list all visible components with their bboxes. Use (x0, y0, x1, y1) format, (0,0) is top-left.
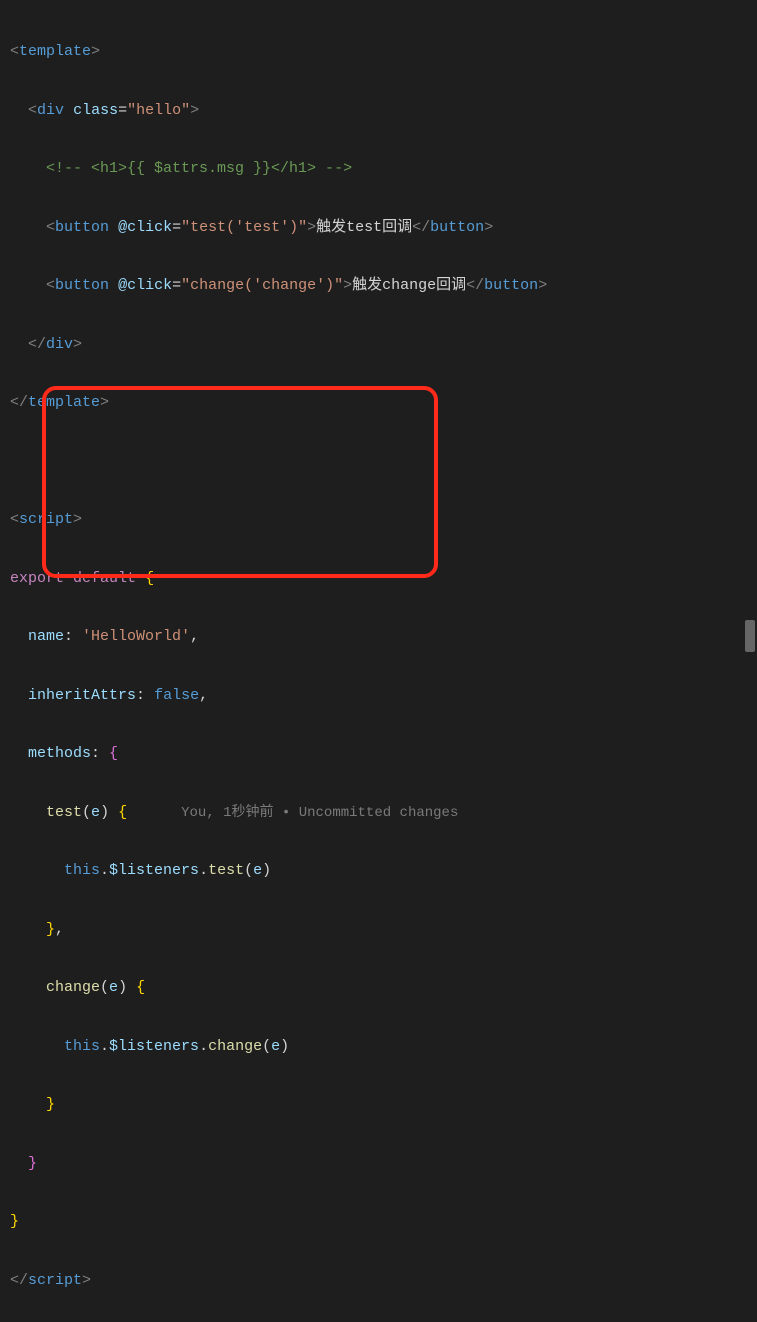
code-line: </script> (10, 1266, 747, 1295)
code-editor[interactable]: <template> <div class="hello"> <!-- <h1>… (0, 0, 757, 1322)
code-line: <script> (10, 505, 747, 534)
scrollbar-track[interactable] (743, 0, 757, 1322)
code-line: this.$listeners.change(e) (10, 1032, 747, 1061)
scrollbar-thumb[interactable] (745, 620, 755, 652)
code-line: }, (10, 915, 747, 944)
code-line: </div> (10, 330, 747, 359)
code-line: } (10, 1207, 747, 1236)
code-line: methods: { (10, 739, 747, 768)
code-line: } (10, 1090, 747, 1119)
code-line (10, 447, 747, 476)
code-line: name: 'HelloWorld', (10, 622, 747, 651)
code-line: <button @click="test('test')">触发test回调</… (10, 213, 747, 242)
code-line: inheritAttrs: false, (10, 681, 747, 710)
code-line: export default { (10, 564, 747, 593)
code-line: <!-- <h1>{{ $attrs.msg }}</h1> --> (10, 154, 747, 183)
git-blame-annotation: You, 1秒钟前 • Uncommitted changes (181, 805, 458, 821)
code-line: <template> (10, 37, 747, 66)
code-line: this.$listeners.test(e) (10, 856, 747, 885)
code-line: <button @click="change('change')">触发chan… (10, 271, 747, 300)
code-line: } (10, 1149, 747, 1178)
code-line: <div class="hello"> (10, 96, 747, 125)
code-line: test(e) { You, 1秒钟前 • Uncommitted change… (10, 798, 747, 827)
code-line: change(e) { (10, 973, 747, 1002)
code-line: </template> (10, 388, 747, 417)
